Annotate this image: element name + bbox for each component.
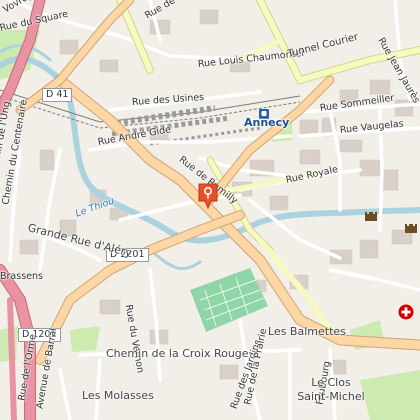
castle-icon[interactable] <box>404 218 418 237</box>
district-label-les-balmettes: Les Balmettes <box>268 325 346 338</box>
street-label-chemin-croix-rouge: Chemin de la Croix Rouge <box>106 347 249 360</box>
district-label-clos-saint-michel: Le Clos Saint-Michel <box>297 376 365 403</box>
route-shield-d41: D 41 <box>42 88 73 102</box>
map-view[interactable]: D 41 D 2201 D 1201 Rue Louis Chaumontel … <box>0 0 420 420</box>
street-label-brassens: Brassens <box>0 271 43 282</box>
hospital-icon[interactable] <box>398 304 414 324</box>
city-label-annecy: Annecy <box>244 116 290 129</box>
location-pin-icon[interactable] <box>197 182 219 210</box>
castle-icon[interactable] <box>364 206 378 225</box>
district-label-les-molasses: Les Molasses <box>82 389 154 402</box>
